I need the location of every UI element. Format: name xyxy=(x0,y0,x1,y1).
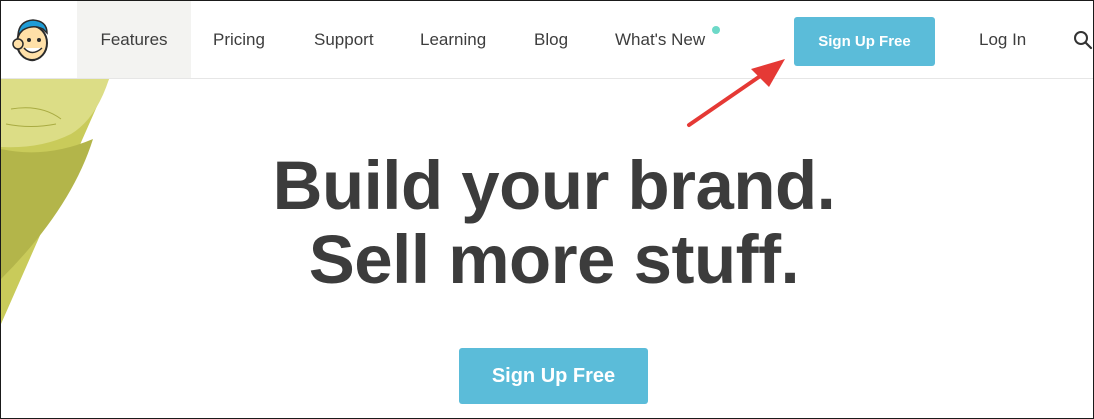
nav-learning[interactable]: Learning xyxy=(420,1,486,78)
hero-headline-line-1: Build your brand. xyxy=(272,147,836,224)
nav-blog[interactable]: Blog xyxy=(534,1,568,78)
login-link[interactable]: Log In xyxy=(979,1,1026,78)
red-arrow-icon xyxy=(687,59,785,127)
top-navbar: Features Pricing Support Learning Blog W… xyxy=(1,1,1093,79)
nav-support[interactable]: Support xyxy=(314,1,374,78)
mailchimp-logo-icon[interactable] xyxy=(9,15,55,63)
hero-headline-line-2: Sell more stuff. xyxy=(308,221,800,298)
nav-features[interactable]: Features xyxy=(77,1,191,78)
hero-headline: Build your brand. Sell more stuff. xyxy=(1,147,1093,298)
signup-button-header[interactable]: Sign Up Free xyxy=(794,17,935,66)
new-indicator-dot xyxy=(712,26,720,34)
nav-pricing[interactable]: Pricing xyxy=(213,1,265,78)
signup-button-hero[interactable]: Sign Up Free xyxy=(459,348,648,404)
page-frame: Features Pricing Support Learning Blog W… xyxy=(0,0,1094,419)
search-icon[interactable] xyxy=(1073,30,1093,50)
